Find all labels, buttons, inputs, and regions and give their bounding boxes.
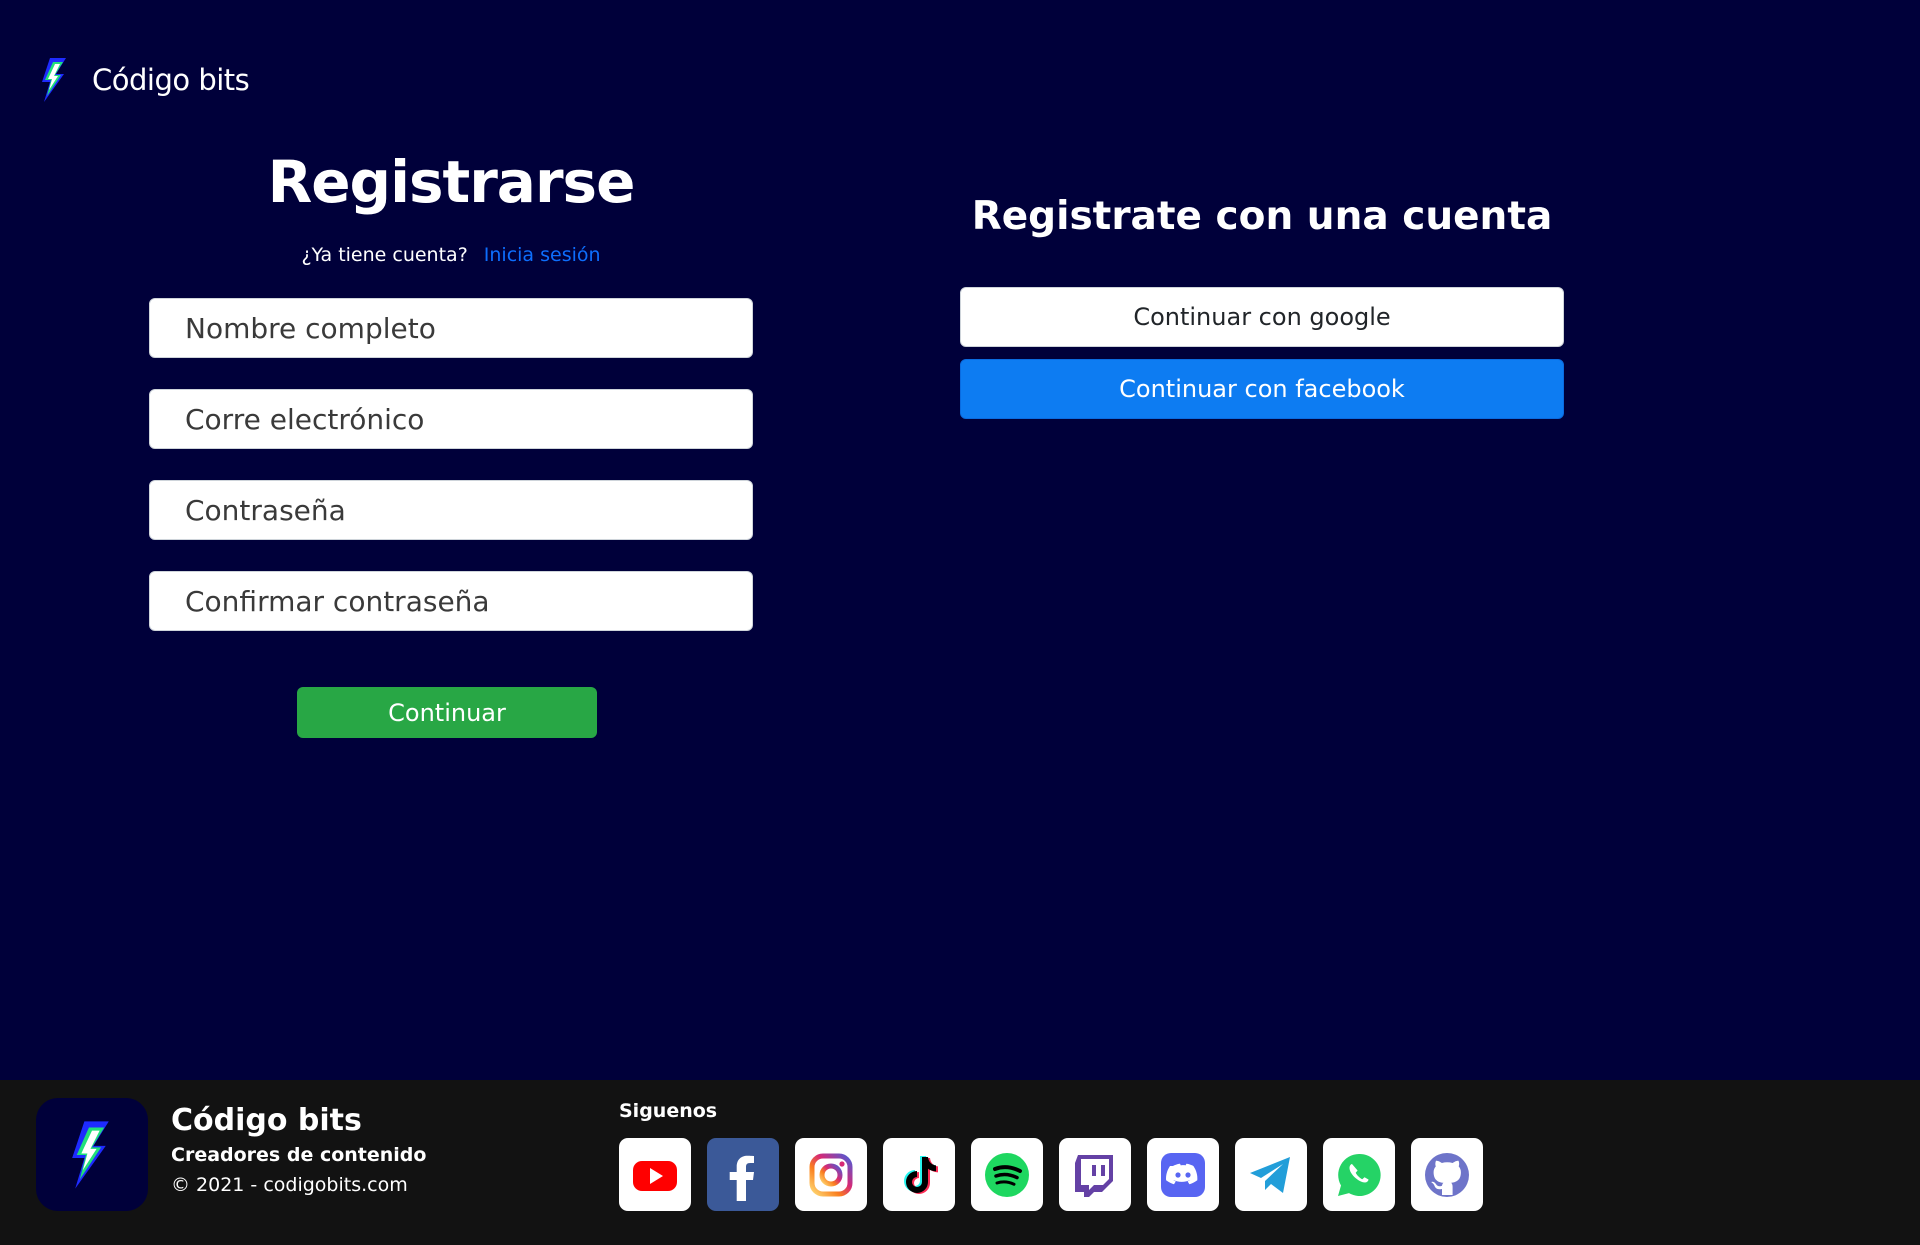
confirm-password-input[interactable] xyxy=(149,571,753,631)
footer-copyright: © 2021 - codigobits.com xyxy=(171,1174,408,1196)
full-name-input[interactable] xyxy=(149,298,753,358)
login-prompt: ¿Ya tiene cuenta? Inicia sesión xyxy=(149,244,753,266)
tiktok-link[interactable] xyxy=(883,1138,955,1211)
youtube-icon xyxy=(633,1160,677,1191)
github-icon xyxy=(1425,1152,1469,1197)
login-link[interactable]: Inicia sesión xyxy=(484,244,601,266)
header-brand[interactable]: Código bits xyxy=(36,56,250,104)
discord-icon xyxy=(1161,1152,1205,1197)
twitch-icon xyxy=(1075,1154,1113,1197)
whatsapp-link[interactable] xyxy=(1323,1138,1395,1211)
lightning-bolt-icon xyxy=(72,1120,109,1189)
lightning-bolt-icon xyxy=(42,58,66,102)
github-link[interactable] xyxy=(1411,1138,1483,1211)
follow-label: Siguenos xyxy=(619,1100,718,1122)
footer-brand: Código bits Creadores de contenido © 202… xyxy=(171,1102,426,1196)
discord-link[interactable] xyxy=(1147,1138,1219,1211)
footer-tagline: Creadores de contenido xyxy=(171,1144,427,1166)
continue-facebook-button[interactable]: Continuar con facebook xyxy=(960,359,1564,419)
have-account-text: ¿Ya tiene cuenta? xyxy=(301,244,468,266)
spotify-link[interactable] xyxy=(971,1138,1043,1211)
twitch-link[interactable] xyxy=(1059,1138,1131,1211)
form-fields xyxy=(149,298,753,631)
footer-brand-name: Código bits xyxy=(171,1103,362,1138)
continue-button[interactable]: Continuar xyxy=(297,687,597,738)
password-input[interactable] xyxy=(149,480,753,540)
tiktok-icon xyxy=(904,1155,938,1194)
instagram-icon xyxy=(809,1153,853,1196)
instagram-link[interactable] xyxy=(795,1138,867,1211)
page-title: Registrarse xyxy=(267,148,636,216)
telegram-icon xyxy=(1250,1156,1290,1193)
whatsapp-icon xyxy=(1338,1153,1381,1196)
social-links xyxy=(619,1138,1499,1211)
email-input[interactable] xyxy=(149,389,753,449)
spotify-icon xyxy=(985,1152,1029,1197)
brand-name: Código bits xyxy=(92,63,250,97)
youtube-link[interactable] xyxy=(619,1138,691,1211)
footer: Código bits Creadores de contenido © 202… xyxy=(0,1080,1920,1245)
register-form: Registrarse ¿Ya tiene cuenta? Inicia sesi… xyxy=(149,140,753,738)
telegram-link[interactable] xyxy=(1235,1138,1307,1211)
facebook-icon xyxy=(729,1155,754,1201)
social-register: Registrate con una cuenta Continuar con … xyxy=(960,190,1564,419)
footer-logo[interactable] xyxy=(36,1098,148,1211)
social-register-title: Registrate con una cuenta xyxy=(971,194,1553,239)
continue-google-button[interactable]: Continuar con google xyxy=(960,287,1564,347)
facebook-link[interactable] xyxy=(707,1138,779,1211)
